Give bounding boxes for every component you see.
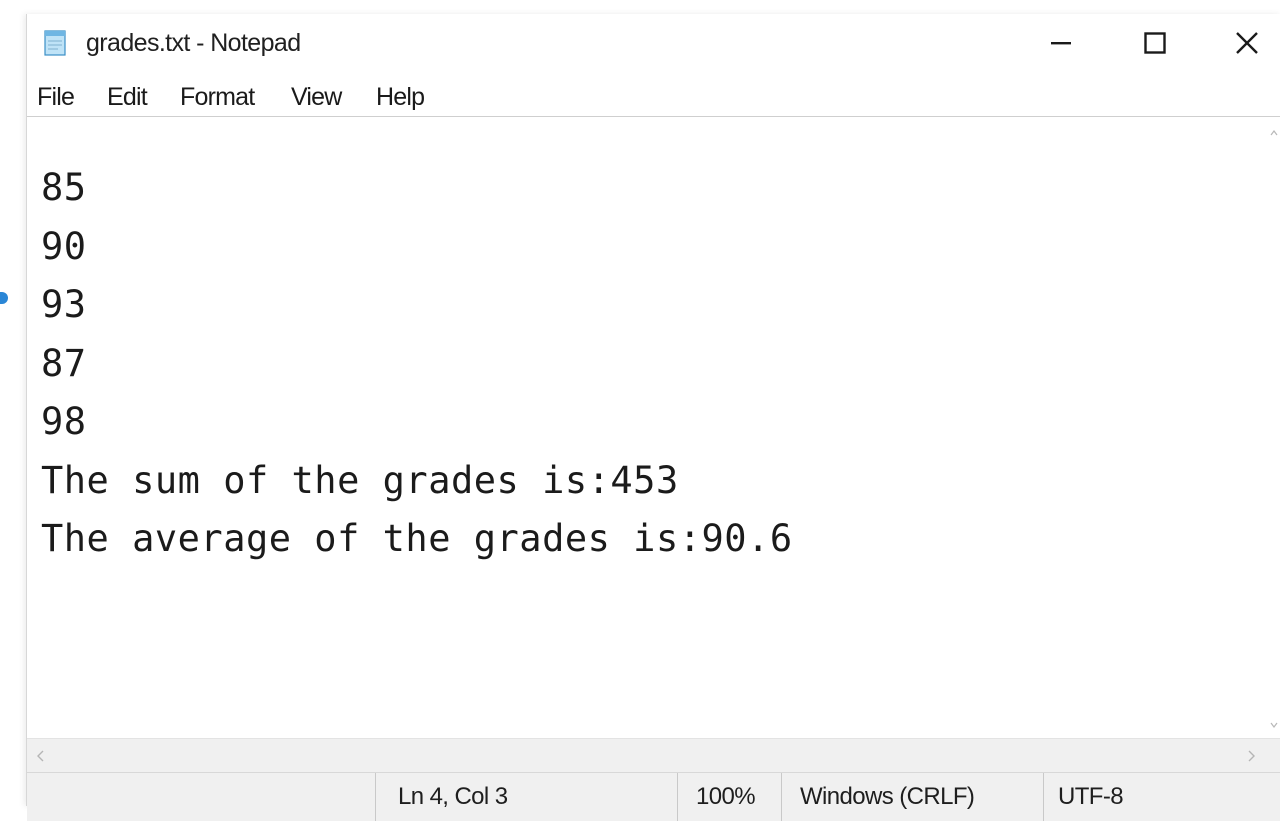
editor-line: 85 [41, 166, 87, 209]
minimize-icon [1051, 41, 1071, 45]
menu-help[interactable]: Help [372, 81, 428, 113]
status-line-ending: Windows (CRLF) [781, 773, 1043, 821]
editor-line: 98 [41, 400, 87, 443]
editor-line: The sum of the grades is:453 [41, 458, 679, 502]
side-marker [0, 292, 8, 304]
notepad-icon [42, 28, 68, 56]
status-bar: Ln 4, Col 3 100% Windows (CRLF) UTF-8 [27, 772, 1280, 821]
menu-format[interactable]: Format [176, 81, 258, 113]
menu-file[interactable]: File [33, 81, 78, 113]
status-encoding: UTF-8 [1043, 773, 1280, 821]
scroll-up-icon[interactable] [1269, 125, 1279, 136]
menu-bar: File Edit Format View Help [27, 78, 1280, 116]
editor-lines: 85 90 93 87 98 The sum of the grades is:… [41, 159, 793, 569]
maximize-button[interactable] [1115, 14, 1195, 72]
close-button[interactable] [1207, 14, 1280, 72]
scroll-right-icon[interactable] [1245, 749, 1257, 768]
menu-edit[interactable]: Edit [103, 81, 151, 113]
editor-line: 93 [41, 283, 87, 326]
maximize-icon [1144, 32, 1166, 54]
status-zoom: 100% [677, 773, 781, 821]
horizontal-scrollbar[interactable] [27, 738, 1280, 773]
scroll-left-icon[interactable] [35, 749, 47, 768]
scroll-down-icon[interactable] [1269, 717, 1279, 728]
status-cursor-position: Ln 4, Col 3 [375, 773, 677, 821]
title-bar[interactable]: grades.txt - Notepad [27, 14, 1280, 72]
editor-line: The average of the grades is:90.6 [41, 517, 793, 560]
editor-line: 87 [41, 341, 87, 385]
window-title: grades.txt - Notepad [86, 29, 301, 57]
editor-line: 90 [41, 224, 87, 268]
menu-view[interactable]: View [287, 81, 346, 113]
close-icon [1235, 31, 1259, 55]
text-editor[interactable]: 85 90 93 87 98 The sum of the grades is:… [27, 116, 1280, 739]
notepad-window: grades.txt - Notepad File Edit Format Vi… [26, 14, 1280, 821]
minimize-button[interactable] [1021, 14, 1101, 72]
